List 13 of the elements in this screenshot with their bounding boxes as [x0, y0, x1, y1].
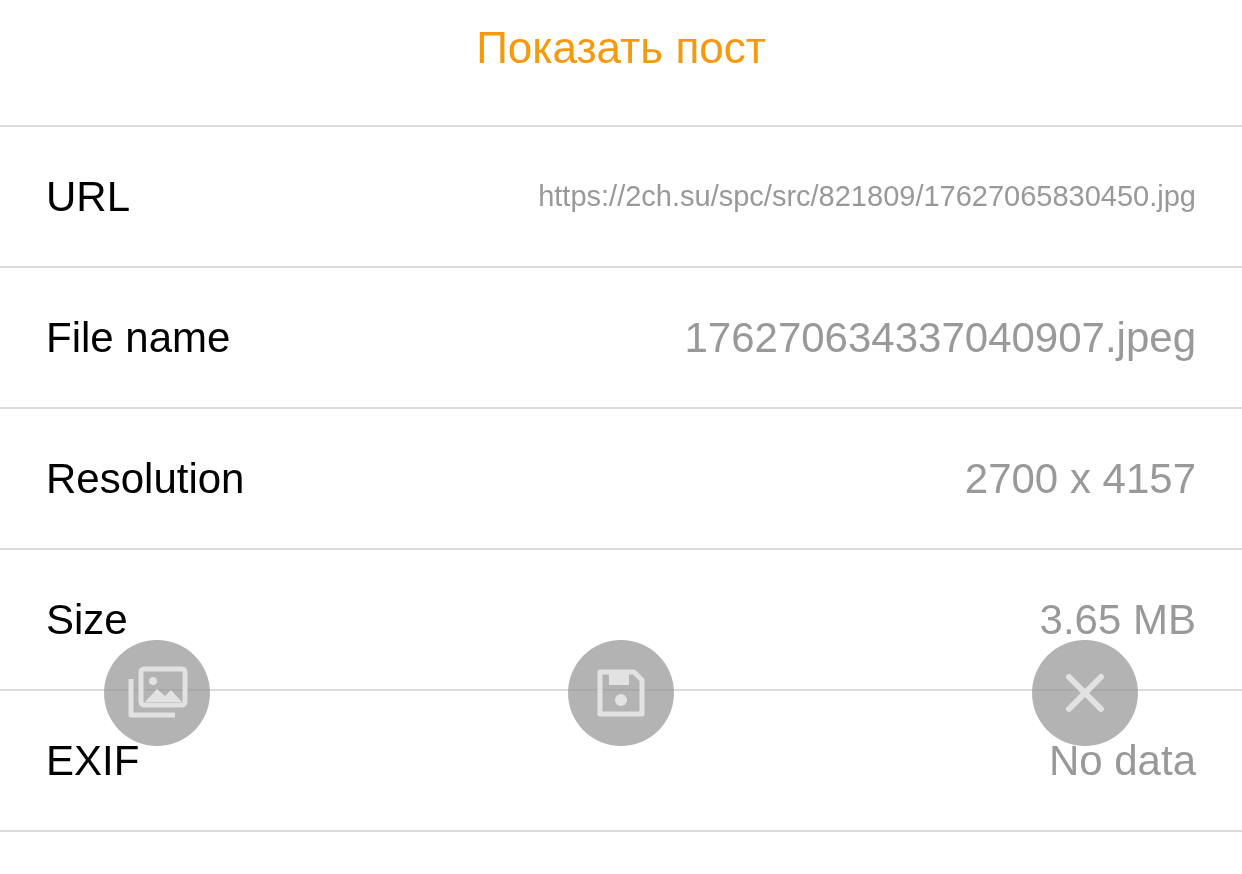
url-value: https://2ch.su/spc/src/821809/17627065830450.jpg — [538, 180, 1196, 213]
row-label: URL — [46, 172, 131, 221]
save-icon — [595, 667, 647, 719]
header-title[interactable]: Показать пост — [476, 22, 766, 73]
row-value: No data — [1048, 736, 1196, 785]
row-label: Size — [46, 595, 128, 644]
row-label: EXIF — [46, 736, 140, 785]
row-value: 2700 x 4157 — [964, 454, 1196, 503]
row-label: Resolution — [46, 454, 245, 503]
row-value: 3.65 MB — [1039, 595, 1196, 644]
close-icon — [1065, 673, 1105, 713]
row-value: 176270634337040907.jpeg — [684, 313, 1196, 362]
row-label: File name — [46, 313, 231, 362]
